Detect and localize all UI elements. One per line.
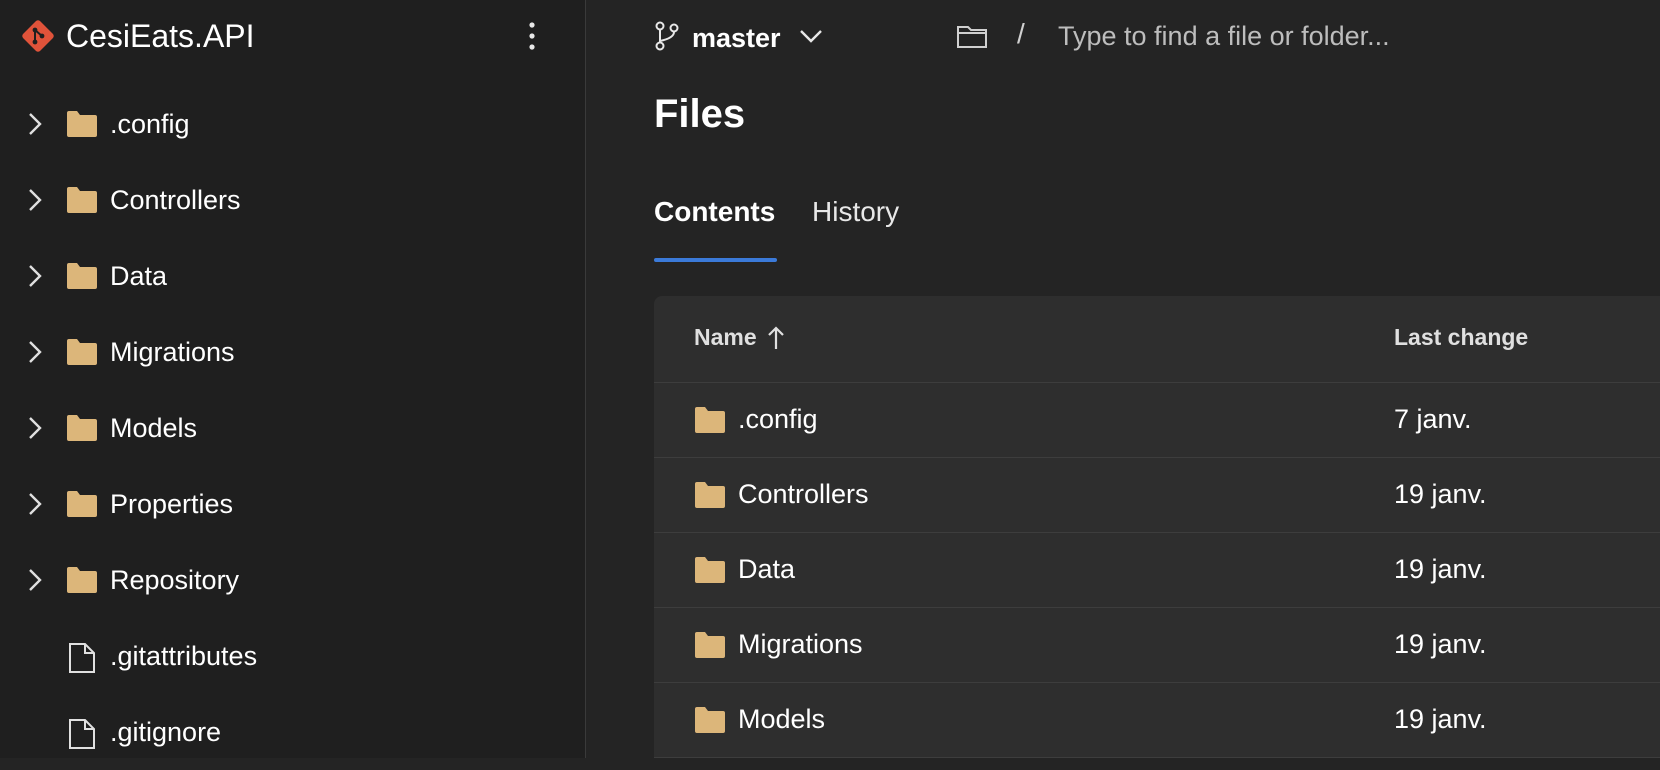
tree-item-repository[interactable]: Repository	[0, 542, 586, 618]
tab-contents[interactable]: Contents	[654, 196, 775, 228]
tree-item-migrations[interactable]: Migrations	[0, 314, 586, 390]
row-name[interactable]: Migrations	[738, 629, 863, 660]
column-header-last-change[interactable]: Last change	[1394, 324, 1528, 351]
tree-item-label: Properties	[110, 488, 234, 519]
chevron-down-icon	[799, 28, 823, 49]
more-options-button[interactable]	[514, 18, 550, 54]
column-header-name-label: Name	[694, 324, 757, 350]
chevron-right-icon[interactable]	[22, 110, 46, 138]
file-icon	[66, 642, 98, 673]
file-tree: .config Controllers Data Migrations Mode…	[0, 86, 586, 770]
row-last-change: 19 janv.	[1394, 479, 1487, 509]
folder-icon	[66, 338, 98, 366]
file-icon	[66, 718, 98, 749]
file-search-input[interactable]	[1058, 16, 1648, 56]
row-last-change: 19 janv.	[1394, 554, 1487, 584]
repo-name: CesiEats.API	[66, 17, 255, 54]
tree-item-config[interactable]: .config	[0, 86, 586, 162]
folder-icon	[66, 566, 98, 594]
table-row[interactable]: Data 19 janv.	[654, 533, 1660, 608]
table-row[interactable]: .config 7 janv.	[654, 383, 1660, 458]
repo-header[interactable]: CesiEats.API	[20, 14, 255, 58]
tree-item-label: Data	[110, 260, 168, 291]
row-name[interactable]: Controllers	[738, 479, 869, 510]
sort-ascending-icon	[767, 325, 784, 349]
sidebar: CesiEats.API .config Controllers Data Mi…	[0, 0, 586, 758]
tree-item-label: Repository	[110, 564, 240, 595]
files-table: Name Last change .config 7 janv. Control…	[654, 296, 1660, 758]
folder-icon	[694, 481, 726, 509]
branch-selector[interactable]: master	[654, 16, 823, 60]
tree-item-label: Models	[110, 412, 198, 443]
folder-outline-icon[interactable]	[956, 20, 988, 52]
tree-item-label: .gitignore	[110, 716, 222, 747]
folder-icon	[66, 262, 98, 290]
row-last-change: 19 janv.	[1394, 704, 1487, 734]
more-vertical-icon	[529, 22, 535, 50]
page-title: Files	[654, 92, 746, 136]
folder-icon	[694, 631, 726, 659]
tree-item-label: Migrations	[110, 336, 235, 367]
table-row[interactable]: Controllers 19 janv.	[654, 458, 1660, 533]
chevron-right-icon[interactable]	[22, 566, 46, 594]
branch-name: master	[692, 22, 781, 53]
tree-item-label: .config	[110, 108, 190, 139]
chevron-right-icon[interactable]	[22, 262, 46, 290]
table-row[interactable]: Models 19 janv.	[654, 683, 1660, 758]
folder-icon	[694, 556, 726, 584]
row-name[interactable]: Data	[738, 554, 795, 585]
tree-item-properties[interactable]: Properties	[0, 466, 586, 542]
row-last-change: 7 janv.	[1394, 404, 1472, 434]
table-row[interactable]: Migrations 19 janv.	[654, 608, 1660, 683]
folder-icon	[66, 414, 98, 442]
tree-item-gitattributes[interactable]: .gitattributes	[0, 618, 586, 694]
tree-item-controllers[interactable]: Controllers	[0, 162, 586, 238]
chevron-right-icon[interactable]	[22, 338, 46, 366]
tab-history[interactable]: History	[812, 196, 899, 228]
tree-item-label: .gitattributes	[110, 640, 258, 671]
chevron-right-icon[interactable]	[22, 414, 46, 442]
row-name[interactable]: .config	[738, 404, 818, 435]
row-last-change: 19 janv.	[1394, 629, 1487, 659]
branch-icon	[654, 21, 680, 56]
column-header-name[interactable]: Name	[694, 324, 785, 351]
tree-item-models[interactable]: Models	[0, 390, 586, 466]
folder-icon	[694, 706, 726, 734]
folder-icon	[66, 110, 98, 138]
git-logo-icon	[20, 18, 56, 54]
active-tab-indicator	[654, 258, 777, 262]
row-name[interactable]: Models	[738, 704, 825, 735]
folder-icon	[66, 490, 98, 518]
tree-item-label: Controllers	[110, 184, 241, 215]
folder-icon	[694, 406, 726, 434]
chevron-right-icon[interactable]	[22, 490, 46, 518]
path-separator: /	[1017, 18, 1025, 49]
tree-item-gitignore[interactable]: .gitignore	[0, 694, 586, 770]
chevron-right-icon[interactable]	[22, 186, 46, 214]
folder-icon	[66, 186, 98, 214]
table-header: Name Last change	[654, 296, 1660, 383]
tree-item-data[interactable]: Data	[0, 238, 586, 314]
